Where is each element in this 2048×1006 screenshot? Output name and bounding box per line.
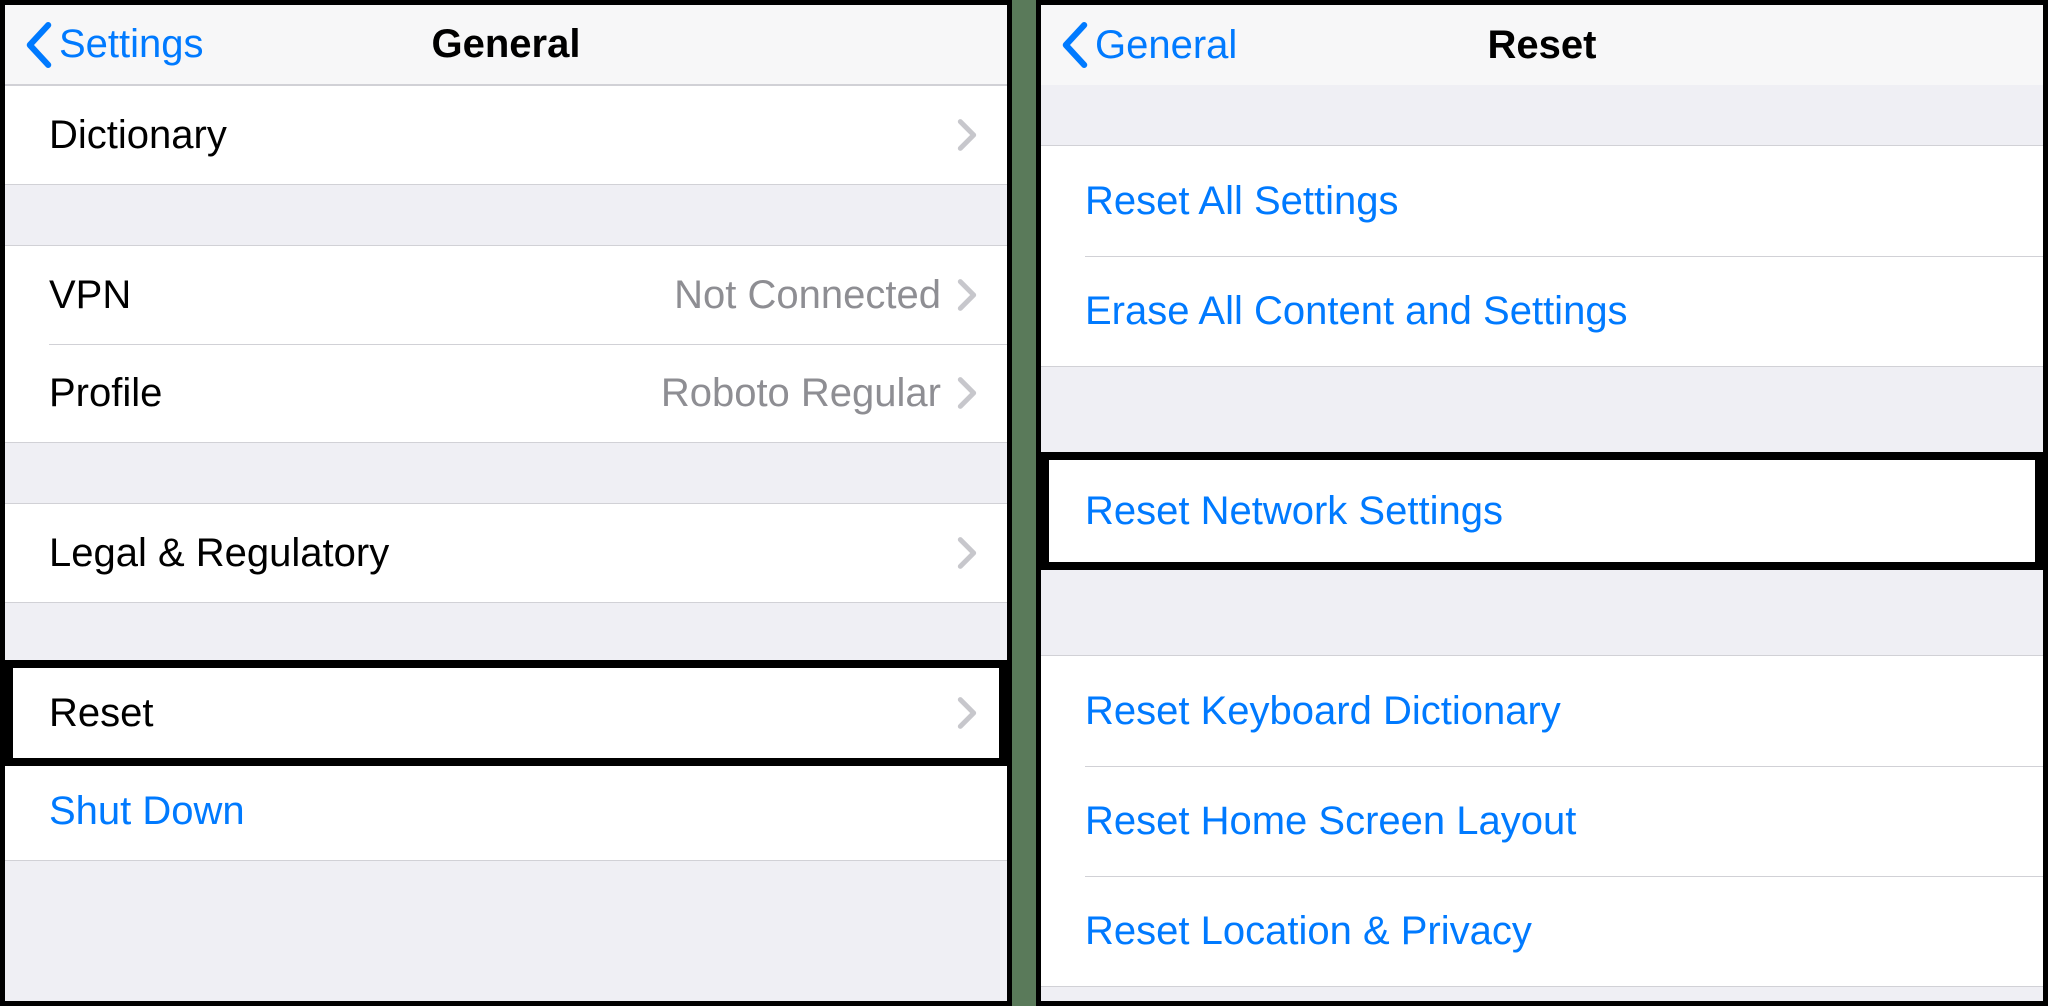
- spacer: [1041, 85, 2043, 145]
- row-reset-keyboard-dictionary[interactable]: Reset Keyboard Dictionary: [1041, 656, 2043, 766]
- row-label: Shut Down: [49, 789, 977, 834]
- navbar-reset: General Reset: [1041, 5, 2043, 85]
- chevron-right-icon: [957, 118, 977, 152]
- row-label: Reset All Settings: [1085, 179, 2013, 224]
- row-label: Legal & Regulatory: [49, 531, 957, 576]
- back-to-general-button[interactable]: General: [1061, 22, 1237, 68]
- back-chevron-icon: [1061, 22, 1089, 68]
- row-vpn[interactable]: VPN Not Connected: [5, 246, 1007, 344]
- row-label: Reset Keyboard Dictionary: [1085, 689, 2013, 734]
- back-chevron-icon: [25, 22, 53, 68]
- row-profile[interactable]: Profile Roboto Regular: [5, 344, 1007, 442]
- row-label: Reset Home Screen Layout: [1085, 799, 2013, 844]
- navbar-general: Settings General: [5, 5, 1007, 85]
- group-legal: Legal & Regulatory: [5, 503, 1007, 603]
- group-reset-erase: Reset All Settings Erase All Content and…: [1041, 145, 2043, 367]
- row-erase-all-content[interactable]: Erase All Content and Settings: [1041, 256, 2043, 366]
- spacer: [5, 443, 1007, 503]
- row-dictionary[interactable]: Dictionary: [5, 86, 1007, 184]
- back-label: General: [1095, 23, 1237, 68]
- spacer: [1041, 567, 2043, 655]
- reset-content: Reset All Settings Erase All Content and…: [1041, 85, 2043, 1001]
- general-settings-panel: Settings General Dictionary VPN Not Conn…: [0, 0, 1012, 1006]
- page-title-general: General: [432, 22, 581, 67]
- row-reset-home-screen[interactable]: Reset Home Screen Layout: [1041, 766, 2043, 876]
- chevron-right-icon: [957, 278, 977, 312]
- row-label: Reset Location & Privacy: [1085, 909, 2013, 954]
- row-label: Profile: [49, 371, 661, 416]
- general-content: Dictionary VPN Not Connected Profile Rob…: [5, 85, 1007, 1001]
- row-label: Reset: [49, 691, 957, 736]
- chevron-right-icon: [957, 376, 977, 410]
- vpn-status-value: Not Connected: [674, 273, 941, 318]
- group-vpn-profile: VPN Not Connected Profile Roboto Regular: [5, 245, 1007, 443]
- group-reset-shutdown: Reset Shut Down: [5, 663, 1007, 861]
- spacer: [5, 603, 1007, 663]
- chevron-right-icon: [957, 536, 977, 570]
- row-reset[interactable]: Reset: [5, 664, 1007, 762]
- row-reset-all-settings[interactable]: Reset All Settings: [1041, 146, 2043, 256]
- row-label: VPN: [49, 273, 674, 318]
- row-label: Erase All Content and Settings: [1085, 289, 2013, 334]
- row-label: Reset Network Settings: [1085, 489, 2013, 534]
- back-to-settings-button[interactable]: Settings: [25, 22, 204, 68]
- reset-settings-panel: General Reset Reset All Settings Erase A…: [1036, 0, 2048, 1006]
- row-shut-down[interactable]: Shut Down: [5, 762, 1007, 860]
- spacer: [5, 185, 1007, 245]
- row-label: Dictionary: [49, 113, 957, 158]
- group-reset-misc: Reset Keyboard Dictionary Reset Home Scr…: [1041, 655, 2043, 987]
- group-reset-network: Reset Network Settings: [1041, 455, 2043, 567]
- row-reset-location-privacy[interactable]: Reset Location & Privacy: [1041, 876, 2043, 986]
- row-legal-regulatory[interactable]: Legal & Regulatory: [5, 504, 1007, 602]
- page-title-reset: Reset: [1488, 23, 1597, 68]
- chevron-right-icon: [957, 696, 977, 730]
- back-label: Settings: [59, 22, 204, 67]
- spacer: [1041, 367, 2043, 455]
- profile-value: Roboto Regular: [661, 371, 941, 416]
- group-dictionary: Dictionary: [5, 85, 1007, 185]
- row-reset-network-settings[interactable]: Reset Network Settings: [1041, 456, 2043, 566]
